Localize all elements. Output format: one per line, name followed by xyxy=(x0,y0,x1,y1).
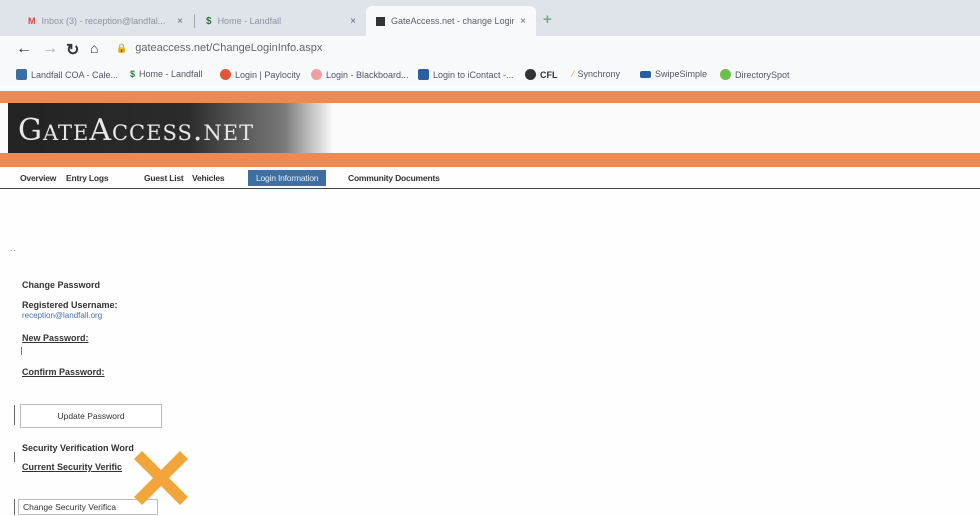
bookmark-label: Home - Landfall xyxy=(139,69,203,79)
nav-login-information[interactable]: Login Information xyxy=(248,170,327,186)
text-caret xyxy=(21,347,22,355)
browser-tab-strip: M Inbox (3) - reception@landfal... × $ H… xyxy=(0,0,980,36)
registered-username-label: Registered Username: xyxy=(22,300,118,310)
bookmark-paylocity[interactable]: Login | Paylocity xyxy=(220,69,300,80)
new-password-label: New Password: xyxy=(22,333,89,343)
tab-title: Inbox (3) - reception@landfal... xyxy=(41,16,166,26)
logo-text: GateAccess.net xyxy=(18,113,255,148)
tab-home-landfall[interactable]: $ Home - Landfall × xyxy=(196,6,366,36)
current-security-label: Current Security Verific xyxy=(22,462,123,472)
confirm-password-label: Confirm Password: xyxy=(22,367,105,377)
close-icon[interactable]: × xyxy=(520,16,526,27)
site-favicon-icon xyxy=(376,16,385,26)
bookmark-label: SwipeSimple xyxy=(655,69,708,79)
tab-inbox[interactable]: M Inbox (3) - reception@landfal... × xyxy=(18,6,193,36)
nav-vehicles[interactable]: Vehicles xyxy=(192,173,225,183)
bookmark-label: Landfall COA - Cale... xyxy=(31,69,119,80)
address-bar[interactable]: 🔒 gateaccess.net/ChangeLoginInfo.aspx xyxy=(116,42,322,54)
lock-icon: 🔒 xyxy=(116,42,128,53)
nav-entry-logs[interactable]: Entry Logs xyxy=(66,173,109,183)
gmail-icon: M xyxy=(28,16,36,26)
bookmark-label: Login - Blackboard... xyxy=(326,69,409,80)
loading-dots: .. xyxy=(10,243,18,253)
tab-title: Home - Landfall xyxy=(217,16,282,26)
back-arrow-icon[interactable]: ← xyxy=(16,40,32,58)
directoryspot-icon xyxy=(720,69,731,80)
site-nav: Overview Entry Logs Guest List Vehicles … xyxy=(0,170,980,189)
browser-toolbar: ← → ↻ ⌂ 🔒 gateaccess.net/ChangeLoginInfo… xyxy=(0,36,980,64)
bookmark-icontact[interactable]: Login to iContact -... xyxy=(418,69,514,80)
cfl-icon xyxy=(525,69,536,80)
bookmark-label: Login to iContact -... xyxy=(433,69,514,80)
reload-icon[interactable]: ↻ xyxy=(66,40,79,60)
nav-guest-list[interactable]: Guest List xyxy=(144,173,184,183)
registered-username-value: reception@landfall.org xyxy=(22,311,103,320)
nav-overview[interactable]: Overview xyxy=(20,173,56,183)
update-password-button[interactable]: Update Password xyxy=(20,404,162,428)
bookmark-landfall-coa[interactable]: Landfall COA - Cale... xyxy=(16,69,118,80)
left-border xyxy=(14,499,15,515)
close-x-icon xyxy=(134,451,188,505)
bookmark-swipesimple[interactable]: SwipeSimple xyxy=(640,69,707,79)
x-mark-shape xyxy=(134,451,188,505)
left-border xyxy=(14,452,15,462)
bookmark-directoryspot[interactable]: DirectorySpot xyxy=(720,69,790,80)
card-icon xyxy=(640,70,651,78)
close-icon[interactable]: × xyxy=(177,16,183,27)
header-bottom-stripe xyxy=(0,153,980,167)
tab-divider xyxy=(194,14,195,28)
bookmark-label: Synchrony xyxy=(577,69,621,79)
url-text: gateaccess.net/ChangeLoginInfo.aspx xyxy=(135,42,323,54)
paylocity-icon xyxy=(220,69,231,80)
dollar-icon: $ xyxy=(130,69,136,79)
new-tab-button[interactable]: + xyxy=(543,11,552,28)
tab-gateaccess[interactable]: GateAccess.net - change Login × xyxy=(366,6,536,36)
bookmark-label: Login | Paylocity xyxy=(235,69,301,80)
forward-arrow-icon[interactable]: → xyxy=(42,40,58,58)
blackboard-icon xyxy=(311,69,322,80)
bookmark-cfl[interactable]: CFL xyxy=(525,69,558,80)
nav-community-documents[interactable]: Community Documents xyxy=(348,173,440,183)
site-logo[interactable]: GateAccess.net xyxy=(8,103,333,153)
bookmarks-bar: Landfall COA - Cale... $ Home - Landfall… xyxy=(0,64,980,86)
header-top-stripe xyxy=(0,91,980,103)
bookmark-label: DirectorySpot xyxy=(735,69,790,80)
synchrony-icon: ⁄ xyxy=(572,69,574,79)
left-border xyxy=(14,405,15,425)
tab-title: GateAccess.net - change Login xyxy=(391,16,515,26)
change-password-title: Change Password xyxy=(22,280,101,290)
dollar-icon: $ xyxy=(206,15,212,27)
calendar-icon xyxy=(16,69,27,80)
confirm-password-field[interactable] xyxy=(18,379,358,395)
security-word-title: Security Verification Word xyxy=(22,443,134,453)
bookmark-blackboard[interactable]: Login - Blackboard... xyxy=(311,69,409,80)
home-icon[interactable]: ⌂ xyxy=(90,40,98,56)
new-password-field[interactable] xyxy=(18,345,358,361)
close-icon[interactable]: × xyxy=(350,16,356,27)
icontact-icon xyxy=(418,69,429,80)
bookmark-home-landfall[interactable]: $ Home - Landfall xyxy=(130,69,203,79)
bookmark-label: CFL xyxy=(540,69,558,80)
bookmark-synchrony[interactable]: ⁄ Synchrony xyxy=(572,69,620,79)
